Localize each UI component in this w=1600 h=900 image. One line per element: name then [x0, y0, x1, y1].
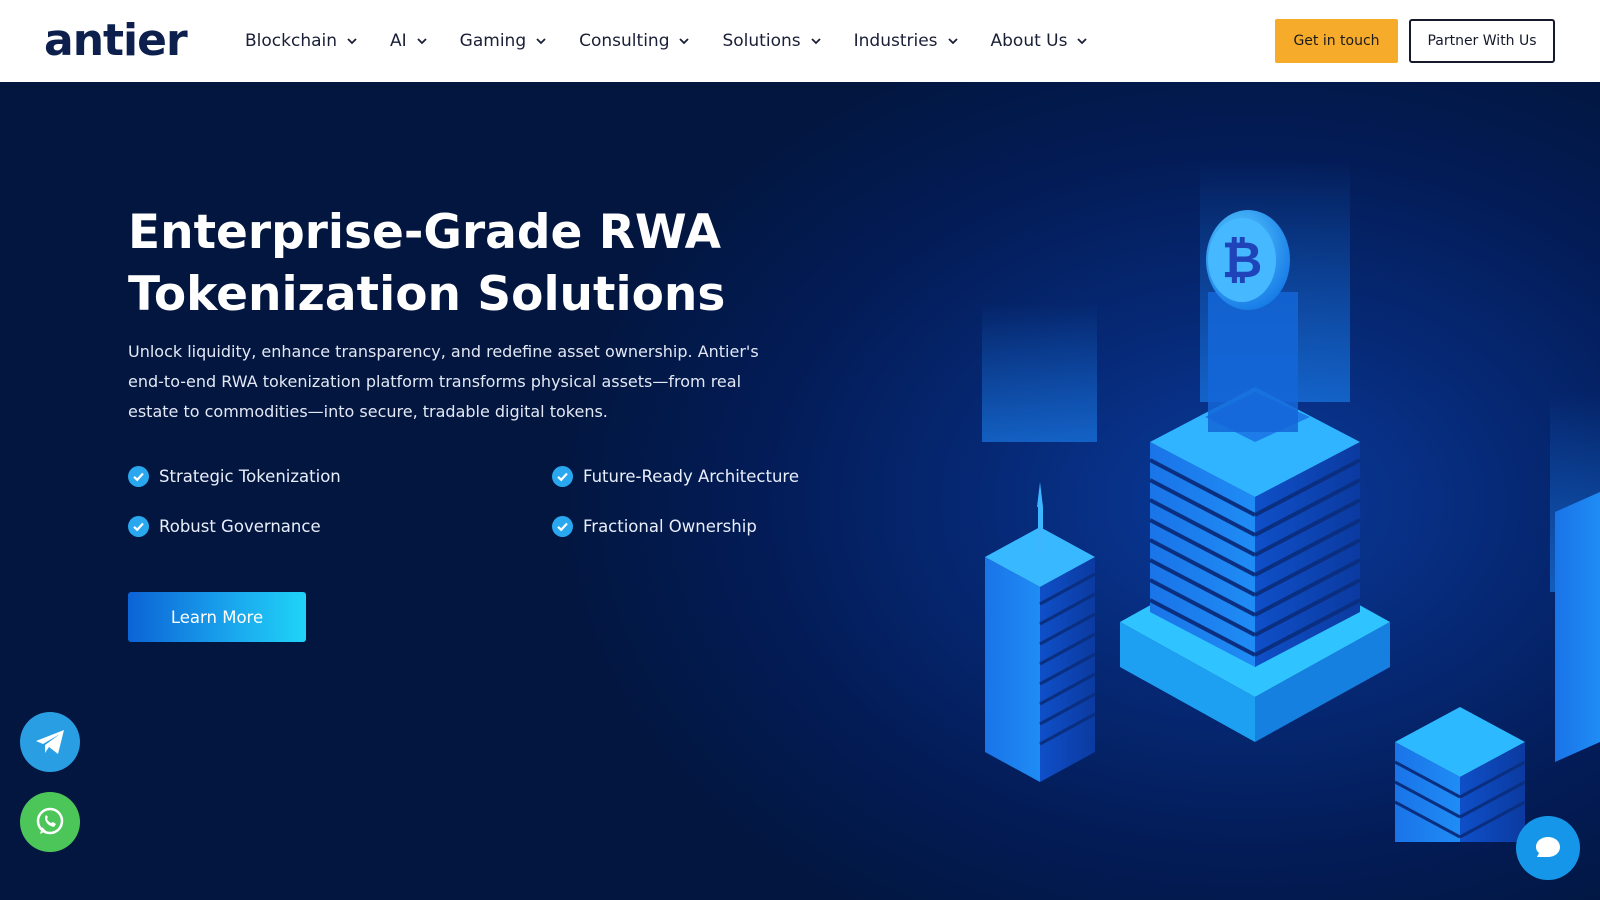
hero-title: Enterprise-Grade RWA Tokenization Soluti…: [128, 202, 828, 326]
nav-item-label: Industries: [853, 31, 938, 51]
svg-text:₿: ₿: [1222, 231, 1263, 289]
nav-item-label: Consulting: [579, 31, 670, 51]
hero-title-line-2: Tokenization Solutions: [128, 267, 726, 322]
chat-icon: [1536, 837, 1560, 857]
nav-item-label: Blockchain: [245, 31, 338, 51]
check-icon: [128, 466, 149, 487]
main-nav: Blockchain AI Gaming Consulting Solution…: [245, 0, 1120, 82]
nav-item-consulting[interactable]: Consulting: [579, 31, 690, 51]
nav-item-gaming[interactable]: Gaming: [460, 31, 547, 51]
feature-item: Future-Ready Architecture: [552, 466, 799, 487]
get-in-touch-button[interactable]: Get in touch: [1275, 19, 1398, 63]
learn-more-button[interactable]: Learn More: [128, 592, 306, 642]
feature-label: Fractional Ownership: [583, 517, 757, 536]
whatsapp-button[interactable]: [20, 792, 80, 852]
telegram-button[interactable]: [20, 712, 80, 772]
nav-item-label: Gaming: [459, 31, 527, 51]
nav-item-industries[interactable]: Industries: [854, 31, 959, 51]
logo-text: antier: [44, 15, 188, 66]
whatsapp-icon: [36, 807, 64, 835]
chevron-down-icon: [810, 38, 821, 45]
telegram-icon: [36, 730, 64, 754]
nav-item-label: Solutions: [722, 31, 801, 51]
logo[interactable]: antier: [44, 15, 188, 66]
feature-label: Future-Ready Architecture: [583, 467, 799, 486]
nav-item-blockchain[interactable]: Blockchain: [245, 31, 358, 51]
nav-item-label: AI: [390, 31, 407, 51]
feature-item: Strategic Tokenization: [128, 466, 341, 487]
chevron-down-icon: [536, 38, 546, 45]
chevron-down-icon: [1077, 38, 1088, 45]
feature-label: Strategic Tokenization: [159, 467, 341, 486]
chevron-down-icon: [947, 38, 958, 45]
feature-label: Robust Governance: [159, 517, 321, 536]
hero-description: Unlock liquidity, enhance transparency, …: [128, 342, 759, 421]
check-icon: [552, 466, 573, 487]
chevron-down-icon: [347, 38, 357, 45]
hero-title-line-1: Enterprise-Grade RWA: [128, 205, 722, 260]
chevron-down-icon: [417, 38, 427, 45]
feature-item: Robust Governance: [128, 516, 321, 537]
nav-item-ai[interactable]: AI: [390, 31, 428, 51]
check-icon: [552, 516, 573, 537]
chat-button[interactable]: [1516, 816, 1580, 880]
nav-item-about-us[interactable]: About Us: [991, 31, 1089, 51]
city-bitcoin-illustration: ₿: [982, 162, 1600, 842]
nav-item-solutions[interactable]: Solutions: [722, 31, 821, 51]
feature-item: Fractional Ownership: [552, 516, 757, 537]
nav-item-label: About Us: [990, 31, 1068, 51]
partner-with-us-button[interactable]: Partner With Us: [1409, 19, 1555, 63]
check-icon: [128, 516, 149, 537]
site-header: antier Blockchain AI Gaming Consulting S…: [0, 0, 1600, 82]
chevron-down-icon: [679, 38, 690, 45]
hero-section: Enterprise-Grade RWA Tokenization Soluti…: [0, 82, 1600, 900]
